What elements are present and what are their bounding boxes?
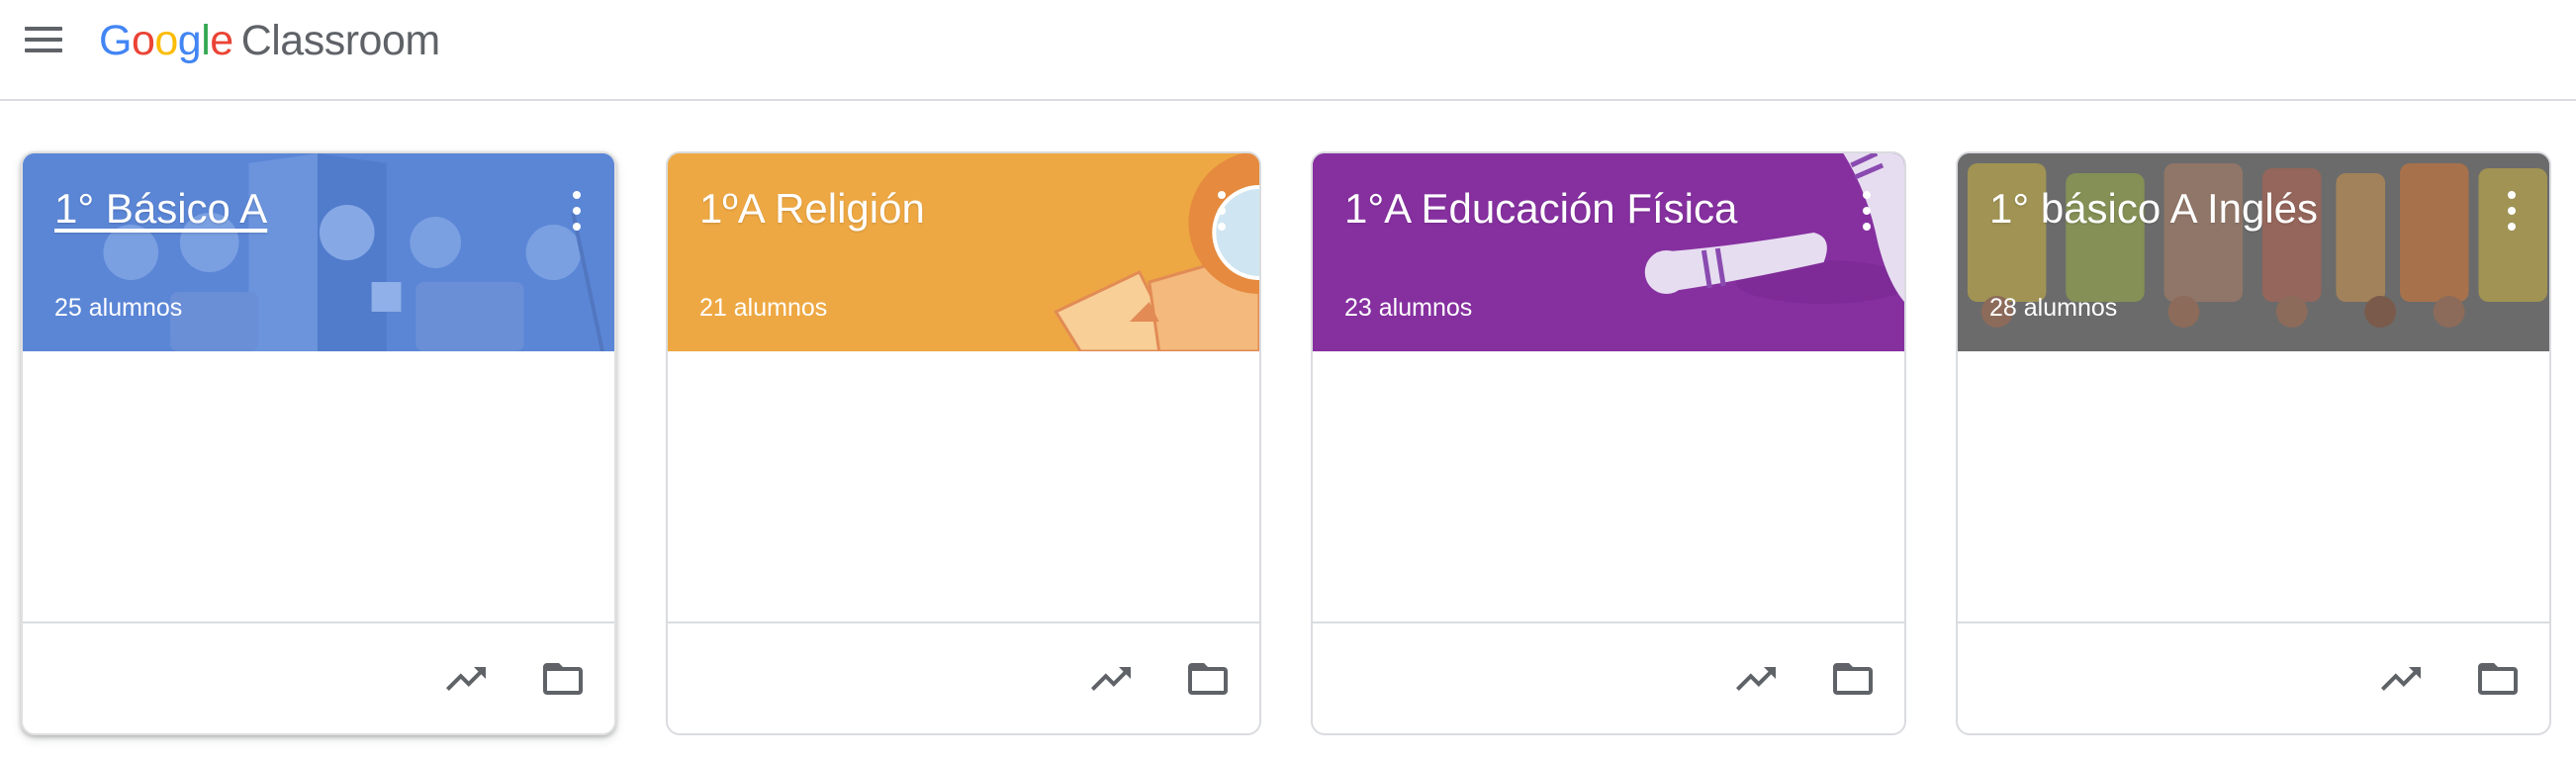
course-card[interactable]: 1° Básico A 25 alumnos: [21, 151, 616, 735]
main-menu-button[interactable]: [18, 14, 69, 65]
course-card-footer: [668, 621, 1259, 733]
student-count: 28 alumnos: [1989, 294, 2118, 322]
more-vert-icon: [1863, 191, 1871, 199]
more-options-button[interactable]: [2506, 191, 2518, 231]
student-count: 23 alumnos: [1344, 294, 1473, 322]
trending-up-icon[interactable]: [442, 655, 490, 703]
more-vert-icon: [1218, 191, 1226, 199]
app-logo[interactable]: Google Classroom: [99, 10, 440, 71]
course-card-footer: [1313, 621, 1904, 733]
more-options-button[interactable]: [1216, 191, 1228, 231]
hamburger-menu-icon: [25, 27, 62, 31]
top-app-bar: Google Classroom: [0, 0, 2576, 101]
course-title[interactable]: 1ºA Religión: [699, 185, 925, 233]
course-card[interactable]: 1° básico A Inglés 28 alumnos: [1956, 151, 2551, 735]
more-options-button[interactable]: [571, 191, 583, 231]
course-title[interactable]: 1°A Educación Física: [1344, 185, 1737, 233]
folder-icon[interactable]: [1829, 655, 1877, 703]
course-card-footer: [1958, 621, 2549, 733]
course-card-header[interactable]: 1° básico A Inglés 28 alumnos: [1958, 153, 2549, 351]
course-card[interactable]: 1°A Educación Física 23 alumnos: [1311, 151, 1906, 735]
folder-icon[interactable]: [2474, 655, 2522, 703]
google-logo: Google: [99, 16, 233, 64]
course-card-footer: [23, 621, 614, 733]
course-card[interactable]: 1ºA Religión 21 alumnos: [666, 151, 1261, 735]
course-card-header[interactable]: 1°A Educación Física 23 alumnos: [1313, 153, 1904, 351]
folder-icon[interactable]: [539, 655, 587, 703]
trending-up-icon[interactable]: [1087, 655, 1135, 703]
more-vert-icon: [573, 191, 581, 199]
course-card-header[interactable]: 1ºA Religión 21 alumnos: [668, 153, 1259, 351]
course-title[interactable]: 1° Básico A: [54, 185, 267, 233]
product-name: Classroom: [240, 16, 441, 64]
more-options-button[interactable]: [1861, 191, 1873, 231]
more-vert-icon: [2508, 191, 2516, 199]
trending-up-icon[interactable]: [1732, 655, 1780, 703]
student-count: 21 alumnos: [699, 294, 828, 322]
folder-icon[interactable]: [1184, 655, 1232, 703]
student-count: 25 alumnos: [54, 294, 183, 322]
course-title[interactable]: 1° básico A Inglés: [1989, 185, 2318, 233]
course-card-header[interactable]: 1° Básico A 25 alumnos: [23, 153, 614, 351]
trending-up-icon[interactable]: [2377, 655, 2425, 703]
